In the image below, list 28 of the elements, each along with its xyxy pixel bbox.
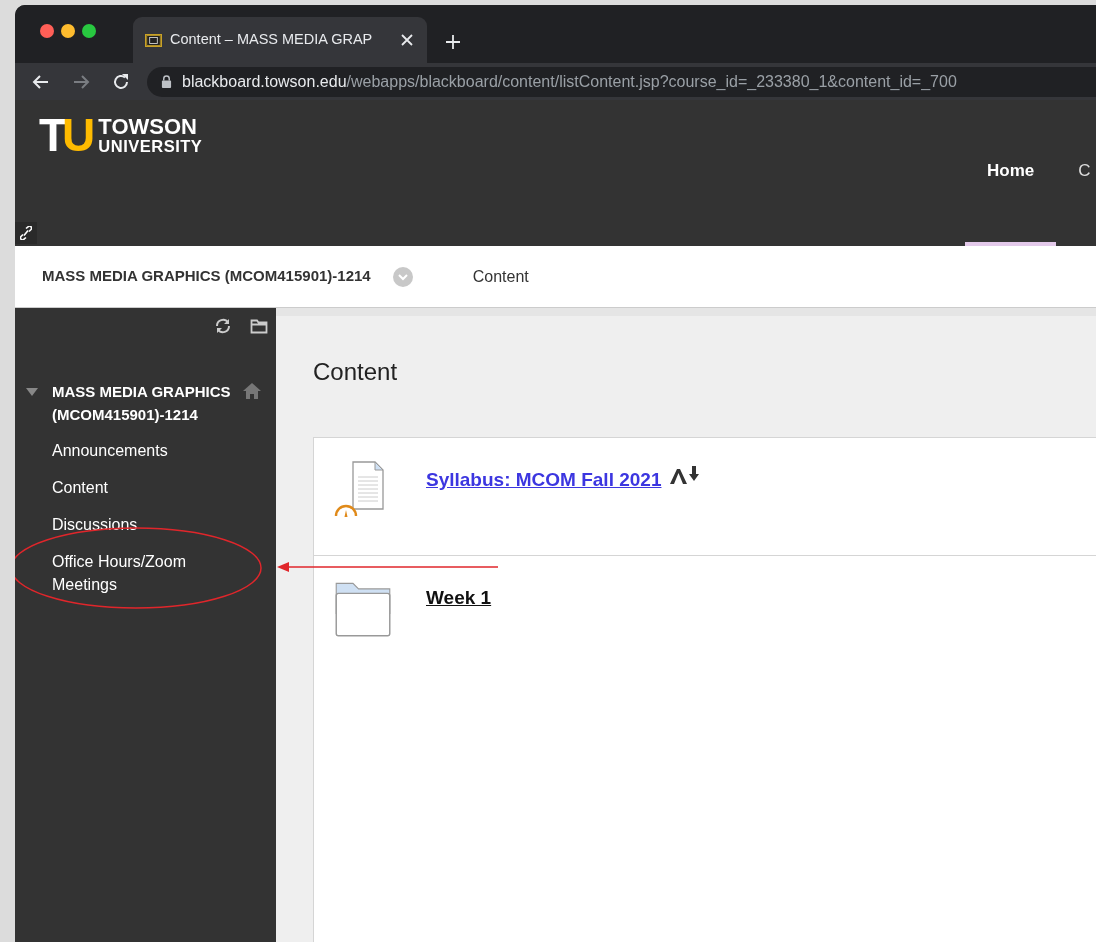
sidebar-item[interactable]: Content (52, 476, 109, 499)
nav-tab[interactable]: C (1056, 100, 1096, 246)
address-field[interactable]: blackboard.towson.edu/webapps/blackboard/content/listContent.jsp?course_id=_233380_1&content_id=_700 (147, 66, 1096, 97)
course-title[interactable]: MASS MEDIA GRAPHICS (MCOM415901)-1214 (52, 380, 242, 426)
sidebar-item[interactable]: Discussions (52, 513, 138, 536)
expanded-triangle-icon[interactable] (25, 387, 39, 397)
tab-title: Content – MASS MEDIA GRAP (170, 30, 373, 50)
zoom-window-button[interactable] (82, 24, 96, 38)
breadcrumb-link[interactable]: MASS MEDIA GRAPHICS (MCOM415901)-1214 (42, 265, 371, 288)
close-tab-icon[interactable] (399, 32, 415, 48)
content-link[interactable]: Syllabus: MCOM Fall 2021 (426, 465, 662, 495)
new-tab-icon[interactable] (445, 34, 461, 50)
link-icon (20, 226, 32, 240)
close-window-button[interactable] (40, 24, 54, 38)
sidebar-item[interactable]: Announcements (52, 439, 168, 462)
page-heading: Content (313, 358, 399, 387)
reload-icon[interactable] (111, 71, 131, 92)
home-icon[interactable] (242, 382, 262, 400)
link-button[interactable] (15, 222, 37, 244)
url-text: blackboard.towson.edu/webapps/blackboard/content/listContent.jsp?course_id=_233380_1&content_id=_700 (182, 71, 957, 92)
breadcrumb-current: Content (472, 266, 529, 287)
refresh-icon[interactable] (214, 317, 232, 335)
content-link[interactable]: Week 1 (426, 583, 492, 613)
folder-icon[interactable] (250, 317, 268, 335)
lock-icon (161, 75, 172, 88)
favicon-icon (145, 33, 162, 47)
minimize-window-button[interactable] (61, 24, 75, 38)
browser-tab[interactable]: Content – MASS MEDIA GRAP (133, 17, 427, 63)
